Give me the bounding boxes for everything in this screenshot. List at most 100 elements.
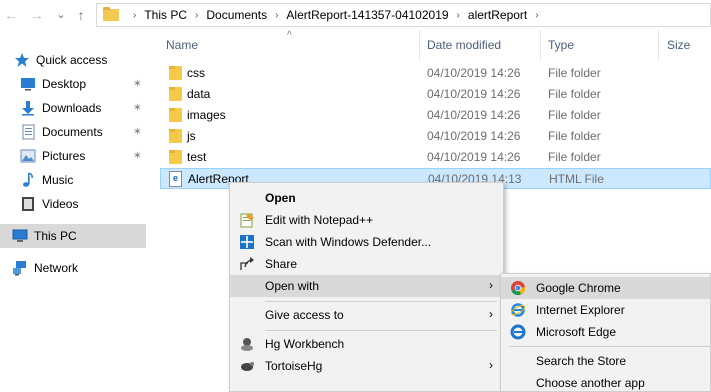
menu-item-google-chrome[interactable]: Google Chrome bbox=[501, 277, 710, 299]
menu-item-label: Internet Explorer bbox=[536, 303, 625, 317]
share-icon bbox=[239, 256, 255, 272]
windows-defender-icon bbox=[239, 234, 255, 250]
recent-locations-button[interactable]: ⌄ bbox=[50, 4, 72, 26]
address-bar[interactable]: › This PC › Documents › AlertReport-1413… bbox=[96, 3, 711, 27]
download-icon bbox=[20, 100, 36, 116]
nav-item-label: Videos bbox=[42, 197, 79, 211]
menu-item-tortoisehg[interactable]: TortoiseHg › bbox=[230, 355, 503, 377]
file-name: js bbox=[187, 129, 196, 143]
hg-workbench-icon bbox=[239, 336, 255, 352]
internet-explorer-icon bbox=[510, 302, 526, 318]
nav-item-label: Desktop bbox=[42, 77, 87, 91]
menu-separator bbox=[265, 301, 497, 302]
pin-icon[interactable]: ✶ bbox=[133, 125, 142, 138]
list-item[interactable]: test 04/10/2019 14:26 File folder bbox=[160, 147, 711, 168]
navigation-pane: Quick access Desktop ✶ Downloads ✶ Docum… bbox=[0, 30, 146, 392]
nav-item-label: Downloads bbox=[42, 101, 102, 115]
pin-icon[interactable]: ✶ bbox=[133, 101, 142, 114]
column-divider[interactable] bbox=[658, 30, 659, 60]
menu-item-label: Microsoft Edge bbox=[536, 325, 617, 339]
pin-icon[interactable]: ✶ bbox=[133, 149, 142, 162]
column-divider[interactable] bbox=[419, 30, 420, 60]
menu-item-internet-explorer[interactable]: Internet Explorer bbox=[501, 299, 710, 321]
menu-item-label: Give access to bbox=[265, 308, 344, 322]
column-header-date[interactable]: Date modified bbox=[427, 30, 501, 60]
nav-item-quick-access[interactable]: Quick access bbox=[0, 48, 146, 72]
file-date: 04/10/2019 14:26 bbox=[427, 108, 521, 122]
folder-icon bbox=[103, 7, 119, 21]
menu-item-label: TortoiseHg bbox=[265, 359, 323, 373]
breadcrumb-this-pc[interactable]: This PC bbox=[144, 8, 187, 22]
column-header-name[interactable]: Name bbox=[166, 30, 198, 60]
network-icon bbox=[12, 260, 28, 276]
list-item[interactable]: data 04/10/2019 14:26 File folder bbox=[160, 84, 711, 105]
menu-item-label: Open with bbox=[265, 279, 320, 293]
menu-item-give-access[interactable]: Give access to › bbox=[230, 304, 503, 326]
chevron-right-icon: › bbox=[489, 278, 493, 292]
nav-item-label: Network bbox=[34, 261, 79, 275]
menu-item-microsoft-edge[interactable]: Microsoft Edge bbox=[501, 321, 710, 343]
column-header-size[interactable]: Size bbox=[667, 30, 690, 60]
file-name: data bbox=[187, 87, 211, 101]
menu-item-open-with[interactable]: Open with › bbox=[230, 275, 503, 297]
breadcrumb-alertreport[interactable]: alertReport bbox=[468, 8, 527, 22]
nav-item-downloads[interactable]: Downloads ✶ bbox=[0, 96, 146, 120]
documents-icon bbox=[20, 124, 36, 140]
chevron-right-icon[interactable]: › bbox=[133, 10, 136, 21]
folder-icon bbox=[169, 66, 182, 80]
desktop-icon bbox=[20, 76, 36, 92]
file-name: test bbox=[187, 150, 207, 164]
nav-item-this-pc[interactable]: This PC bbox=[0, 224, 146, 248]
nav-item-label: Documents bbox=[42, 125, 103, 139]
menu-item-label: Hg Workbench bbox=[265, 337, 345, 351]
column-divider[interactable] bbox=[540, 30, 541, 60]
breadcrumb-alertreport-folder[interactable]: AlertReport-141357-04102019 bbox=[286, 8, 448, 22]
nav-item-desktop[interactable]: Desktop ✶ bbox=[0, 72, 146, 96]
this-pc-icon bbox=[12, 228, 28, 244]
open-with-submenu: Google Chrome Internet Explorer Microsof… bbox=[500, 273, 711, 392]
list-item[interactable]: js 04/10/2019 14:26 File folder bbox=[160, 126, 711, 147]
menu-item-hg-workbench[interactable]: Hg Workbench bbox=[230, 333, 503, 355]
menu-item-scan-defender[interactable]: Scan with Windows Defender... bbox=[230, 231, 503, 253]
menu-item-search-store[interactable]: Search the Store bbox=[501, 350, 710, 372]
menu-item-label: Edit with Notepad++ bbox=[265, 213, 374, 227]
chevron-right-icon[interactable]: › bbox=[457, 10, 460, 21]
back-button[interactable]: ← bbox=[0, 4, 22, 26]
file-date: 04/10/2019 14:26 bbox=[427, 150, 521, 164]
forward-arrow-icon: → bbox=[30, 7, 44, 23]
forward-button[interactable]: → bbox=[26, 4, 48, 26]
menu-item-edit-notepad[interactable]: Edit with Notepad++ bbox=[230, 209, 503, 231]
file-date: 04/10/2019 14:26 bbox=[427, 129, 521, 143]
menu-item-label: Choose another app bbox=[536, 376, 645, 390]
file-type: File folder bbox=[548, 129, 601, 143]
menu-item-share[interactable]: Share bbox=[230, 253, 503, 275]
list-item[interactable]: images 04/10/2019 14:26 File folder bbox=[160, 105, 711, 126]
chevron-right-icon[interactable]: › bbox=[275, 10, 278, 21]
column-header-type[interactable]: Type bbox=[548, 30, 574, 60]
file-type: File folder bbox=[548, 108, 601, 122]
menu-item-label: Google Chrome bbox=[536, 281, 621, 295]
nav-item-label: Pictures bbox=[42, 149, 86, 163]
file-type: HTML File bbox=[549, 172, 604, 186]
file-name: css bbox=[187, 66, 205, 80]
chevron-right-icon[interactable]: › bbox=[195, 10, 198, 21]
nav-item-documents[interactable]: Documents ✶ bbox=[0, 120, 146, 144]
nav-item-network[interactable]: Network bbox=[0, 256, 146, 280]
chevron-right-icon[interactable]: › bbox=[535, 10, 538, 21]
sort-ascending-icon: ^ bbox=[287, 30, 292, 41]
list-item[interactable]: css 04/10/2019 14:26 File folder bbox=[160, 63, 711, 84]
file-date: 04/10/2019 14:26 bbox=[427, 66, 521, 80]
menu-separator bbox=[265, 330, 497, 331]
folder-icon bbox=[169, 150, 182, 164]
menu-item-open[interactable]: Open bbox=[230, 187, 503, 209]
up-button[interactable]: ↑ bbox=[70, 4, 92, 26]
menu-item-label: Share bbox=[265, 257, 298, 271]
nav-item-music[interactable]: Music bbox=[0, 168, 146, 192]
menu-item-choose-another-app[interactable]: Choose another app bbox=[501, 372, 710, 392]
html-file-icon: e bbox=[169, 171, 182, 187]
nav-item-videos[interactable]: Videos bbox=[0, 192, 146, 216]
nav-item-pictures[interactable]: Pictures ✶ bbox=[0, 144, 146, 168]
breadcrumb-documents[interactable]: Documents bbox=[206, 8, 267, 22]
edge-icon bbox=[510, 324, 526, 340]
pin-icon[interactable]: ✶ bbox=[133, 77, 142, 90]
